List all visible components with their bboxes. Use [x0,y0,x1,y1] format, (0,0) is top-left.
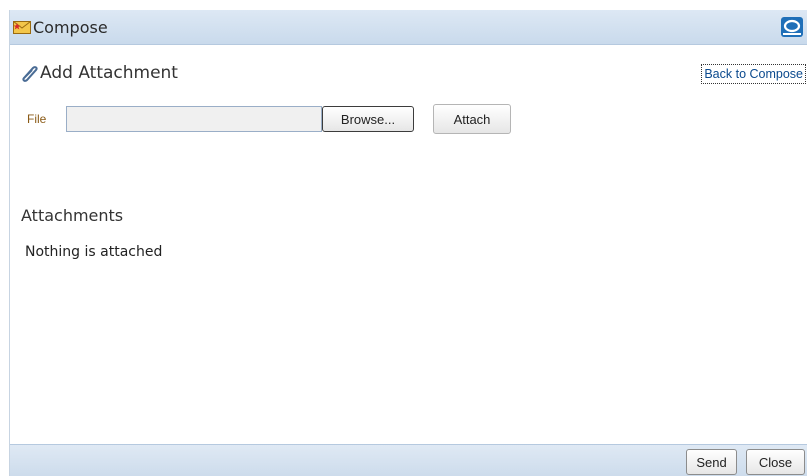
window-title: Compose [33,18,108,37]
envelope-star-icon [13,21,31,34]
add-attachment-heading: Add Attachment [18,62,178,84]
attach-button[interactable]: Attach [433,104,511,134]
footer-bar: Send Close [10,444,807,476]
attachments-heading: Attachments [21,206,124,225]
title-bar: Compose [10,10,807,45]
browse-button[interactable]: Browse... [322,106,414,132]
close-button[interactable]: Close [746,449,805,475]
file-label: File [27,112,47,126]
attachments-empty-message: Nothing is attached [25,244,163,260]
file-path-input[interactable] [66,106,322,132]
oracle-logo-icon [781,17,803,37]
back-to-compose-link[interactable]: Back to Compose [701,64,806,84]
add-attachment-title: Add Attachment [40,63,178,83]
compose-window: Compose Add Attachment Back to Compose F… [9,10,807,476]
send-button[interactable]: Send [686,449,737,475]
paperclip-icon [22,66,38,82]
